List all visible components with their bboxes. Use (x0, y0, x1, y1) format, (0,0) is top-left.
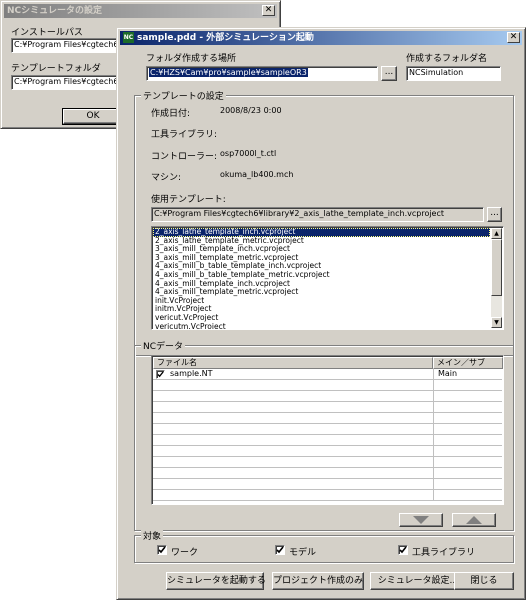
arrow-up-icon (466, 516, 482, 524)
date-value: 2008/8/23 0:00 (220, 106, 282, 115)
used-template-field: C:¥Program Files¥cgtech6¥library¥2_axis_… (151, 207, 484, 222)
nc-data-grid[interactable]: ファイル名 メイン／サブ sample.NT Main (151, 355, 504, 505)
table-row[interactable] (153, 391, 502, 402)
move-down-button[interactable] (399, 513, 443, 527)
column-divider (433, 391, 434, 402)
template-folder-label: テンプレートフォルダ (11, 64, 101, 74)
create-project-only-button[interactable]: プロジェクト作成のみ (272, 572, 364, 590)
work-label: ワーク (171, 548, 199, 558)
column-divider (433, 479, 434, 490)
column-divider (433, 490, 434, 501)
nc-filename-cell: sample.NT (170, 369, 213, 378)
nc-data-group: NCデータ ファイル名 メイン／サブ sample.NT Main (134, 339, 514, 531)
date-label: 作成日付: (151, 109, 191, 119)
simulator-settings-button[interactable]: シミュレータ設定.. (370, 572, 463, 590)
app-icon: NC (123, 32, 134, 43)
table-row[interactable] (153, 402, 502, 413)
column-divider (433, 413, 434, 424)
column-divider (433, 468, 434, 479)
settings-dialog-title: NCシミュレータの設定 (7, 6, 102, 16)
install-path-label: インストールパス (11, 28, 83, 38)
column-header-filename[interactable]: ファイル名 (153, 357, 433, 369)
table-row[interactable] (153, 446, 502, 457)
arrow-down-icon (413, 516, 429, 524)
table-row[interactable] (153, 457, 502, 468)
used-template-label: 使用テンプレート: (151, 195, 226, 205)
scroll-up-icon[interactable]: ▲ (491, 228, 502, 239)
controller-value: osp7000l_t.ctl (220, 149, 277, 158)
checkmark-icon (158, 546, 166, 554)
ok-button[interactable]: OK (62, 108, 124, 125)
table-row[interactable] (153, 435, 502, 446)
browse-template-button[interactable]: ... (487, 207, 502, 222)
column-divider (433, 402, 434, 413)
table-row[interactable]: sample.NT Main (153, 369, 502, 380)
close-icon[interactable]: ✕ (507, 32, 520, 43)
tool-library-checkbox[interactable] (398, 545, 408, 555)
template-settings-group: テンプレートの設定 作成日付: 2008/8/23 0:00 工具ライブラリ: … (134, 89, 514, 356)
work-checkbox[interactable] (157, 545, 167, 555)
column-divider (433, 435, 434, 446)
controller-label: コントローラー: (151, 152, 218, 162)
template-list-item[interactable]: vericutm.VcProject (153, 322, 490, 329)
launch-simulator-button[interactable]: シミュレータを起動する (166, 572, 266, 590)
close-icon[interactable]: ✕ (262, 5, 275, 16)
checkmark-icon (276, 546, 284, 554)
checkmark-icon (157, 371, 164, 378)
nc-grid-body: sample.NT Main (153, 369, 502, 503)
external-simulation-dialog: NC sample.pdd - 外部シミュレーション起動 ✕ フォルダ作成する場所… (116, 27, 526, 600)
target-title: 対象 (141, 529, 164, 542)
model-checkbox[interactable] (275, 545, 285, 555)
settings-dialog-titlebar[interactable]: NCシミュレータの設定 ✕ (4, 4, 277, 18)
target-group: 対象 ワーク モデル 工具ライブラリ (134, 529, 514, 563)
template-list: 2_axis_lathe_template_inch.vcproject 2_ax… (153, 227, 490, 329)
main-dialog-titlebar[interactable]: NC sample.pdd - 外部シミュレーション起動 ✕ (120, 31, 522, 45)
table-row[interactable] (153, 490, 502, 501)
column-divider (433, 424, 434, 435)
nc-data-title: NCデータ (141, 339, 186, 352)
column-divider (433, 446, 434, 457)
model-label: モデル (289, 548, 317, 558)
folder-location-value: C:¥HZS¥Cam¥pro¥sample¥sampleOR3 (149, 68, 308, 77)
nc-type-cell: Main (438, 369, 458, 378)
move-up-button[interactable] (452, 513, 496, 527)
nc-file-checkbox[interactable] (156, 370, 165, 379)
table-row[interactable] (153, 413, 502, 424)
browse-folder-button[interactable]: ... (381, 66, 397, 81)
scroll-thumb[interactable] (491, 239, 502, 296)
folder-name-field[interactable]: NCSimulation (406, 66, 501, 81)
table-row[interactable] (153, 380, 502, 391)
template-listbox[interactable]: 2_axis_lathe_template_inch.vcproject 2_ax… (151, 226, 504, 330)
column-header-main-sub[interactable]: メイン／サブ (433, 357, 503, 369)
tool-library-label: 工具ライブラリ: (151, 130, 218, 140)
column-divider (433, 380, 434, 391)
table-row[interactable] (153, 468, 502, 479)
folder-name-label: 作成するフォルダ名 (406, 54, 488, 64)
table-row[interactable] (153, 479, 502, 490)
main-dialog-title: sample.pdd - 外部シミュレーション起動 (137, 33, 314, 43)
machine-value: okuma_lb400.mch (220, 170, 294, 179)
folder-location-label: フォルダ作成する場所 (146, 54, 237, 64)
column-divider (433, 369, 434, 380)
checkmark-icon (399, 546, 407, 554)
scroll-down-icon[interactable]: ▼ (491, 317, 502, 328)
machine-label: マシン: (151, 173, 182, 183)
folder-location-field[interactable]: C:¥HZS¥Cam¥pro¥sample¥sampleOR3 (146, 66, 378, 81)
template-settings-title: テンプレートの設定 (141, 89, 226, 102)
table-row[interactable] (153, 424, 502, 435)
template-scrollbar[interactable]: ▲ ▼ (491, 228, 502, 328)
column-divider (433, 457, 434, 468)
tool-library-target-label: 工具ライブラリ (412, 548, 476, 558)
close-button[interactable]: 閉じる (454, 572, 514, 590)
